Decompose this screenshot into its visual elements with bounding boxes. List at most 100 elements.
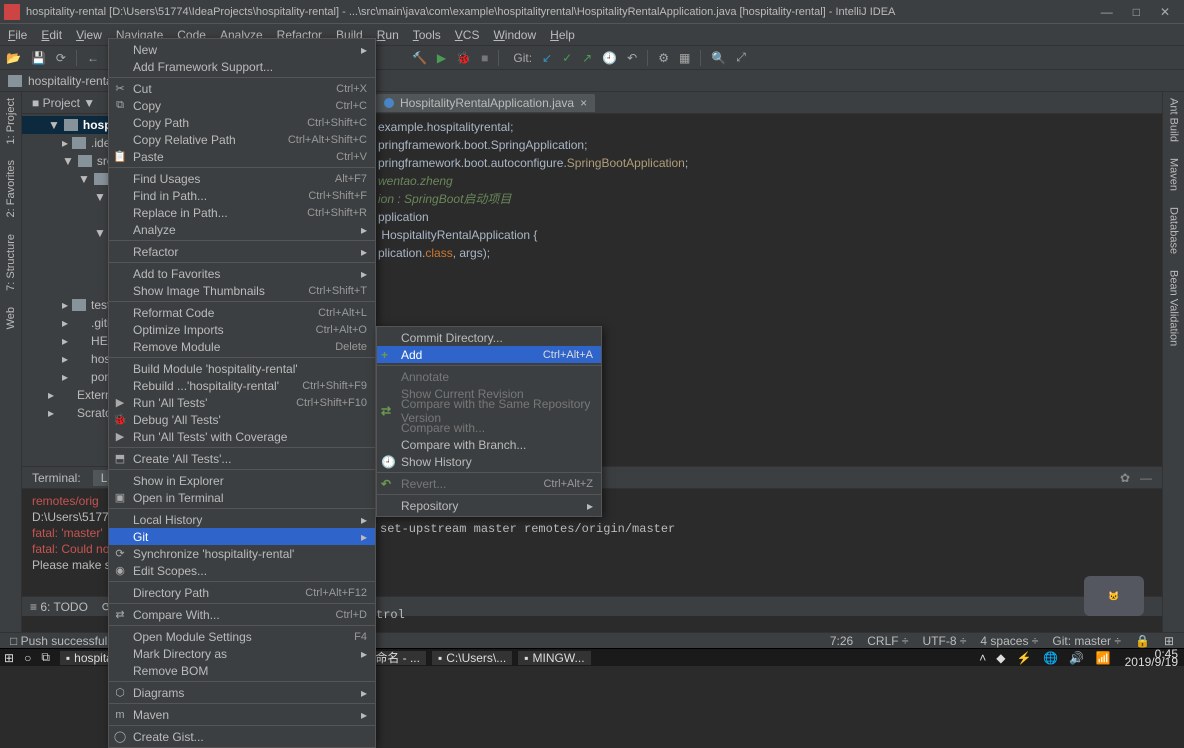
clock[interactable]: 0:452019/9/19 (1125, 650, 1180, 666)
taskbar-item[interactable]: ▪MINGW... (518, 651, 590, 665)
submenu-item[interactable]: Repository▸ (377, 497, 601, 514)
context-menu[interactable]: New▸Add Framework Support... ✂CutCtrl+X⧉C… (108, 38, 376, 748)
git-history-icon[interactable]: 🕘 (602, 51, 617, 65)
menu-item[interactable]: ⬡Diagrams▸ (109, 684, 375, 701)
tab-todo[interactable]: ≡ 6: TODO (30, 600, 88, 614)
right-tab[interactable]: Ant Build (1168, 98, 1180, 142)
menu-item[interactable]: 🐞Debug 'All Tests' (109, 411, 375, 428)
submenu-item[interactable]: Compare with... (377, 419, 601, 436)
git-branch[interactable]: Git: master ÷ (1052, 634, 1121, 648)
submenu-item[interactable]: ↶Revert...Ctrl+Alt+Z (377, 475, 601, 492)
menu-item[interactable]: Remove ModuleDelete (109, 338, 375, 355)
menu-tools[interactable]: Tools (413, 28, 441, 42)
git-submenu[interactable]: Commit Directory...+AddCtrl+Alt+AAnnotat… (376, 326, 602, 517)
menu-item[interactable]: ◯Create Gist... (109, 728, 375, 745)
git-update-icon[interactable]: ↙ (542, 51, 552, 65)
menu-item[interactable]: mMaven▸ (109, 706, 375, 723)
menu-item[interactable]: Mark Directory as▸ (109, 645, 375, 662)
build-icon[interactable]: 🔨 (412, 51, 427, 65)
encoding[interactable]: UTF-8 ÷ (923, 634, 967, 648)
minimize-panel-icon[interactable]: — (1140, 471, 1152, 485)
tray-up-icon[interactable]: ˄ (979, 651, 986, 665)
menu-item[interactable]: Add to Favorites▸ (109, 265, 375, 282)
menu-window[interactable]: Window (493, 28, 536, 42)
menu-item[interactable]: Replace in Path...Ctrl+Shift+R (109, 204, 375, 221)
line-sep[interactable]: CRLF ÷ (867, 634, 908, 648)
menu-item[interactable]: Refactor▸ (109, 243, 375, 260)
cursor-position[interactable]: 7:26 (830, 634, 853, 648)
menu-item[interactable]: ⧉CopyCtrl+C (109, 97, 375, 114)
lock-icon[interactable]: 🔒 (1135, 634, 1150, 648)
menu-run[interactable]: Run (377, 28, 399, 42)
submenu-item[interactable]: 🕘Show History (377, 453, 601, 470)
menu-item[interactable]: Copy Relative PathCtrl+Alt+Shift+C (109, 131, 375, 148)
left-tab[interactable]: 7: Structure (5, 234, 17, 291)
taskview-icon[interactable]: ⧉ (41, 650, 50, 665)
menu-item[interactable]: Rebuild ...'hospitality-rental'Ctrl+Shif… (109, 377, 375, 394)
menu-help[interactable]: Help (550, 28, 575, 42)
submenu-item[interactable]: +AddCtrl+Alt+A (377, 346, 601, 363)
start-icon[interactable]: ⊞ (4, 651, 14, 665)
git-revert-icon[interactable]: ↶ (627, 51, 637, 65)
submenu-item[interactable]: Compare with Branch... (377, 436, 601, 453)
menu-item[interactable]: 📋PasteCtrl+V (109, 148, 375, 165)
menu-item[interactable]: ⬒Create 'All Tests'... (109, 450, 375, 467)
menu-item[interactable]: Optimize ImportsCtrl+Alt+O (109, 321, 375, 338)
stop-icon[interactable]: ■ (481, 51, 488, 65)
menu-item[interactable]: Reformat CodeCtrl+Alt+L (109, 304, 375, 321)
cortana-icon[interactable]: ○ (24, 651, 31, 665)
menu-item[interactable]: ✂CutCtrl+X (109, 80, 375, 97)
menu-item[interactable]: Add Framework Support... (109, 58, 375, 75)
menu-item[interactable]: Analyze▸ (109, 221, 375, 238)
menu-item[interactable]: Build Module 'hospitality-rental' (109, 360, 375, 377)
menu-item[interactable]: New▸ (109, 41, 375, 58)
gear-icon[interactable]: ✿ (1120, 471, 1130, 485)
taskbar-item[interactable]: ▪C:\Users\... (432, 651, 512, 665)
debug-icon[interactable]: 🐞 (456, 51, 471, 65)
memory-icon[interactable]: ⊞ (1164, 634, 1174, 648)
submenu-item[interactable]: ⇄Compare with the Same Repository Versio… (377, 402, 601, 419)
menu-view[interactable]: View (76, 28, 102, 42)
menu-file[interactable]: File (8, 28, 27, 42)
run-icon[interactable]: ▶ (437, 51, 446, 65)
refresh-icon[interactable]: ⟳ (56, 51, 66, 65)
menu-item[interactable]: Show in Explorer (109, 472, 375, 489)
close-tab-icon[interactable]: × (580, 96, 587, 110)
left-tab[interactable]: Web (5, 307, 17, 329)
settings-icon[interactable]: ⚙ (658, 51, 669, 65)
tree-title[interactable]: ■ Project ▼ (32, 96, 95, 110)
left-tab[interactable]: 2: Favorites (5, 160, 17, 217)
close-icon[interactable]: ✕ (1160, 5, 1170, 19)
tray-icons[interactable]: ◆ ⚡ 🌐 🔊 📶 (996, 651, 1114, 665)
right-tab[interactable]: Maven (1168, 158, 1180, 191)
menu-item[interactable]: Open Module SettingsF4 (109, 628, 375, 645)
search-icon[interactable]: 🔍 (711, 51, 726, 65)
menu-item[interactable]: Remove BOM (109, 662, 375, 679)
menu-item[interactable]: ⟳Synchronize 'hospitality-rental' (109, 545, 375, 562)
menu-item[interactable]: Directory PathCtrl+Alt+F12 (109, 584, 375, 601)
editor-tab-active[interactable]: HospitalityRentalApplication.java × (376, 94, 595, 112)
minimize-icon[interactable]: — (1101, 5, 1113, 19)
menu-vcs[interactable]: VCS (455, 28, 480, 42)
back-icon[interactable]: ← (87, 51, 99, 65)
menu-item[interactable]: Local History▸ (109, 511, 375, 528)
menu-item[interactable]: Copy PathCtrl+Shift+C (109, 114, 375, 131)
menu-item[interactable]: ▶Run 'All Tests' with Coverage (109, 428, 375, 445)
menu-item[interactable]: ▣Open in Terminal (109, 489, 375, 506)
breadcrumb-project[interactable]: hospitality-rental (28, 74, 115, 88)
submenu-item[interactable]: Annotate (377, 368, 601, 385)
save-icon[interactable]: 💾 (31, 51, 46, 65)
right-tab[interactable]: Database (1168, 207, 1180, 254)
git-push-icon[interactable]: ↗ (582, 51, 592, 65)
indent[interactable]: 4 spaces ÷ (980, 634, 1038, 648)
menu-edit[interactable]: Edit (41, 28, 62, 42)
open-icon[interactable]: 📂 (6, 51, 21, 65)
menu-item[interactable]: Find UsagesAlt+F7 (109, 170, 375, 187)
structure-icon[interactable]: ▦ (679, 51, 690, 65)
menu-item[interactable]: Git▸ (109, 528, 375, 545)
menu-item[interactable]: ⇄Compare With...Ctrl+D (109, 606, 375, 623)
maximize-icon[interactable]: □ (1133, 5, 1140, 19)
menu-item[interactable]: ◉Edit Scopes... (109, 562, 375, 579)
menu-item[interactable]: Show Image ThumbnailsCtrl+Shift+T (109, 282, 375, 299)
right-tab[interactable]: Bean Validation (1168, 270, 1180, 346)
